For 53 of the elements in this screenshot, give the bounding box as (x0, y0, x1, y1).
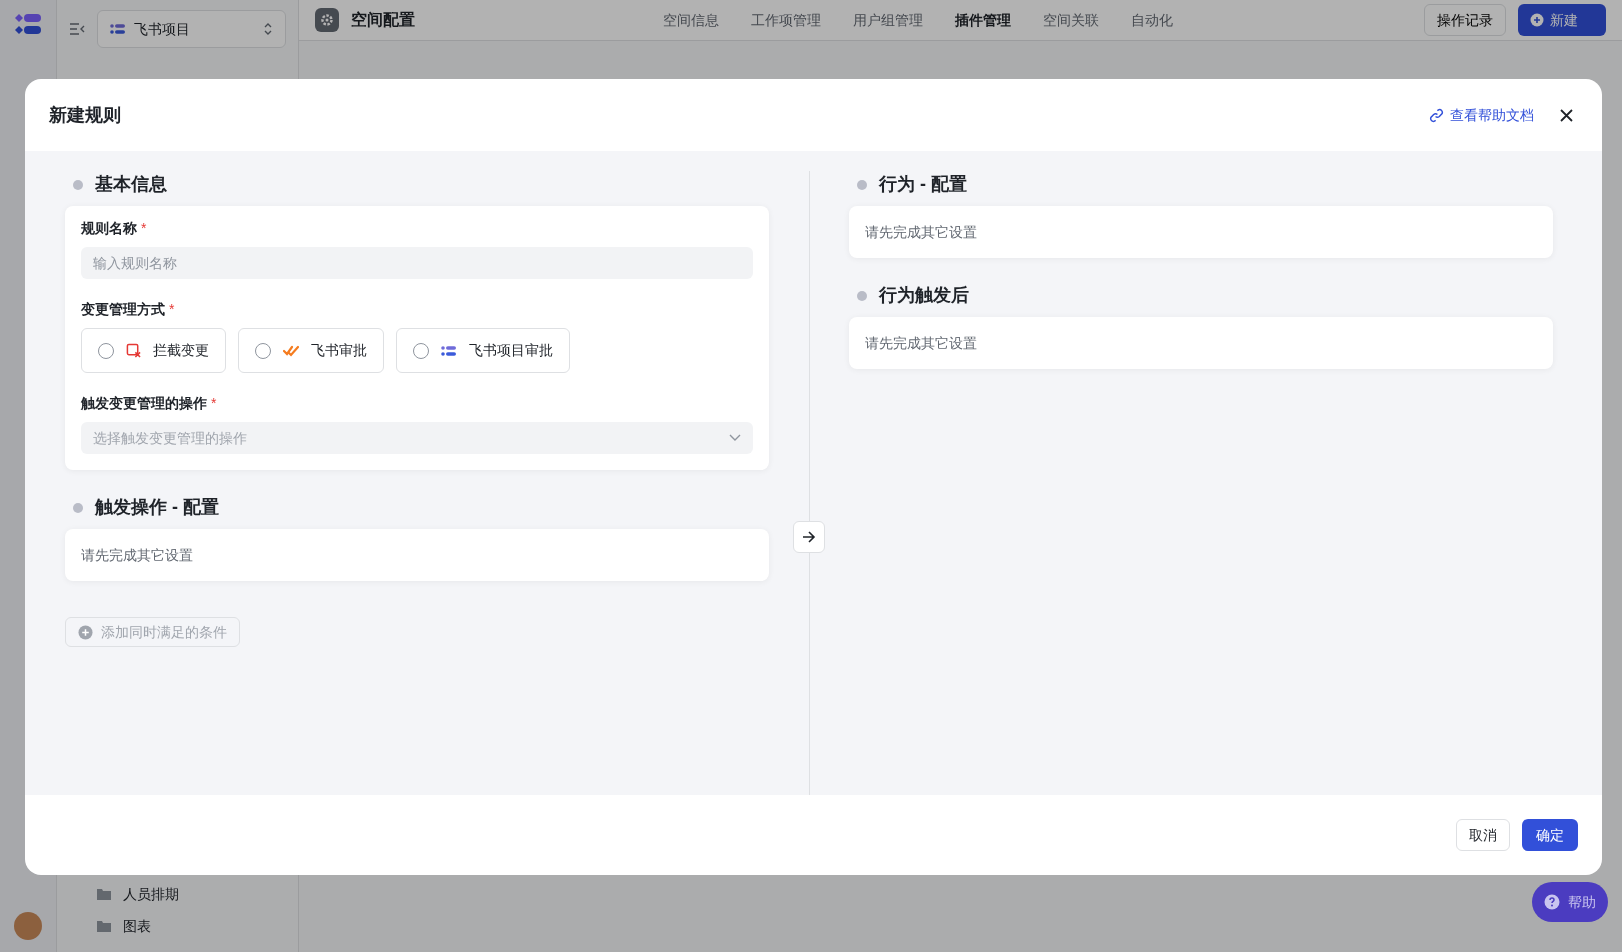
arrow-button[interactable] (793, 521, 825, 553)
field-label: 变更管理方式 (81, 300, 165, 319)
question-icon (1544, 894, 1560, 910)
avatar[interactable] (14, 912, 42, 940)
history-button[interactable]: 操作记录 (1424, 4, 1506, 36)
required-mark: * (141, 219, 147, 238)
chevron-updown-icon (263, 22, 273, 36)
nav-tab[interactable]: 插件管理 (955, 9, 1011, 31)
mode-option[interactable]: 飞书项目审批 (396, 328, 570, 373)
section-title: 基本信息 (95, 173, 167, 196)
nav-tab[interactable]: 工作项管理 (751, 9, 821, 31)
crossed-square-icon (126, 343, 141, 358)
cancel-button[interactable]: 取消 (1456, 819, 1510, 851)
list-icon (110, 23, 126, 35)
project-select[interactable]: 飞书项目 (97, 10, 286, 48)
section-title: 行为 - 配置 (879, 173, 967, 196)
arrow-right-icon (802, 531, 816, 543)
plus-icon (1530, 13, 1544, 27)
help-doc-link[interactable]: 查看帮助文档 (1429, 104, 1534, 126)
mode-option[interactable]: 飞书审批 (238, 328, 384, 373)
folder-icon (97, 920, 111, 932)
list-icon (441, 344, 457, 357)
nav-tab[interactable]: 自动化 (1131, 9, 1173, 31)
field-label: 触发变更管理的操作 (81, 394, 207, 413)
chevron-down-icon (729, 434, 741, 442)
sidebar-item[interactable]: 图表 (69, 910, 286, 942)
plus-circle-icon (78, 624, 93, 640)
app-logo-icon[interactable] (13, 12, 43, 36)
field-label: 规则名称 (81, 219, 137, 238)
mode-option[interactable]: 拦截变更 (81, 328, 226, 373)
close-icon (1559, 108, 1573, 122)
collapse-icon[interactable] (69, 22, 85, 36)
confirm-button[interactable]: 确定 (1522, 819, 1578, 851)
settings-icon (315, 8, 339, 32)
required-mark: * (211, 394, 217, 413)
link-icon (1429, 107, 1444, 123)
nav-tab[interactable]: 空间关联 (1043, 9, 1099, 31)
rule-name-field[interactable]: 输入规则名称 (81, 247, 753, 279)
required-mark: * (169, 300, 175, 319)
hint-text: 请先完成其它设置 (865, 333, 977, 353)
nav-tab[interactable]: 用户组管理 (853, 9, 923, 31)
folder-icon (97, 888, 111, 900)
hint-text: 请先完成其它设置 (81, 545, 193, 565)
new-button[interactable]: 新建 (1518, 4, 1606, 36)
page-title: 空间配置 (351, 10, 416, 30)
nav-tab[interactable]: 空间信息 (663, 9, 719, 31)
section-title: 行为触发后 (879, 284, 969, 307)
help-button[interactable]: 帮助 (1532, 882, 1608, 922)
hint-text: 请先完成其它设置 (865, 222, 977, 242)
section-title: 触发操作 - 配置 (95, 496, 219, 519)
double-check-icon (283, 344, 299, 357)
dialog-title: 新建规则 (49, 103, 122, 127)
sidebar-item[interactable]: 人员排期 (69, 878, 286, 910)
